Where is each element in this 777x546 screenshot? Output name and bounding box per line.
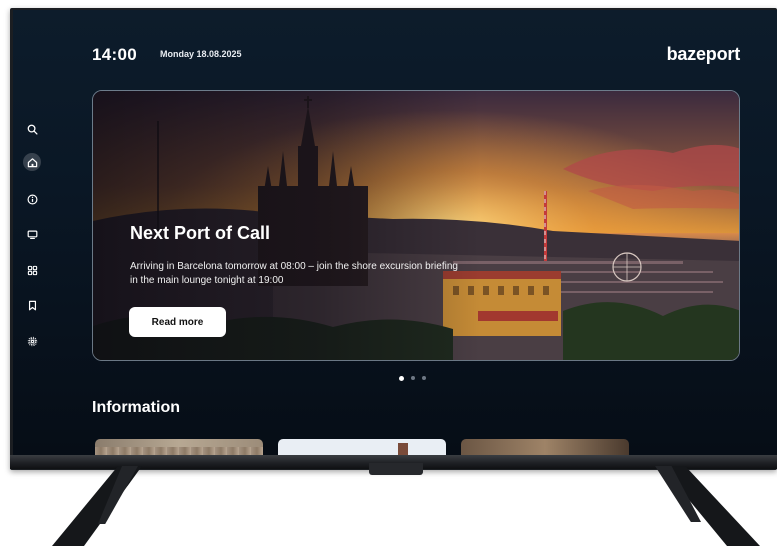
nav-info[interactable] — [23, 190, 41, 208]
clock: 14:00 — [92, 45, 137, 64]
bookmark-icon — [28, 300, 36, 310]
home-icon — [27, 157, 37, 167]
nav-search[interactable] — [23, 120, 41, 138]
nav-bookmarks[interactable] — [23, 296, 41, 314]
settings-icon — [27, 336, 37, 346]
apps-grid-icon — [27, 265, 37, 275]
hero-title: Next Port of Call — [130, 223, 271, 243]
pager-dot[interactable] — [422, 376, 426, 380]
tv-screen: 14:00 Monday 18.08.2025 bazeport Next Po… — [13, 10, 777, 455]
carousel-pager — [399, 375, 426, 381]
brand-logo: bazeport — [666, 44, 741, 64]
nav-tv[interactable] — [23, 225, 41, 243]
information-card[interactable] — [95, 439, 263, 455]
tv-stand-left-leg — [52, 466, 142, 546]
hero-banner[interactable]: Next Port of Call Arriving in Barcelona … — [92, 90, 740, 361]
card-image — [95, 447, 263, 455]
card-image — [398, 443, 408, 455]
pager-dot[interactable] — [411, 376, 415, 380]
nav-apps[interactable] — [23, 261, 41, 279]
information-card[interactable] — [461, 439, 629, 455]
pager-dot-active[interactable] — [399, 375, 404, 381]
hero-description: Arriving in Barcelona tomorrow at 08:00 … — [130, 261, 458, 286]
tv-brand-tab — [369, 463, 423, 475]
nav-settings[interactable] — [23, 332, 41, 350]
info-icon — [27, 194, 37, 204]
nav-home[interactable] — [23, 153, 41, 171]
search-icon — [27, 124, 38, 135]
tv-icon — [27, 230, 37, 239]
date: Monday 18.08.2025 — [160, 49, 242, 59]
information-card[interactable] — [278, 439, 446, 455]
read-more-button[interactable]: Read more — [129, 307, 226, 337]
section-title-information: Information — [92, 399, 180, 416]
